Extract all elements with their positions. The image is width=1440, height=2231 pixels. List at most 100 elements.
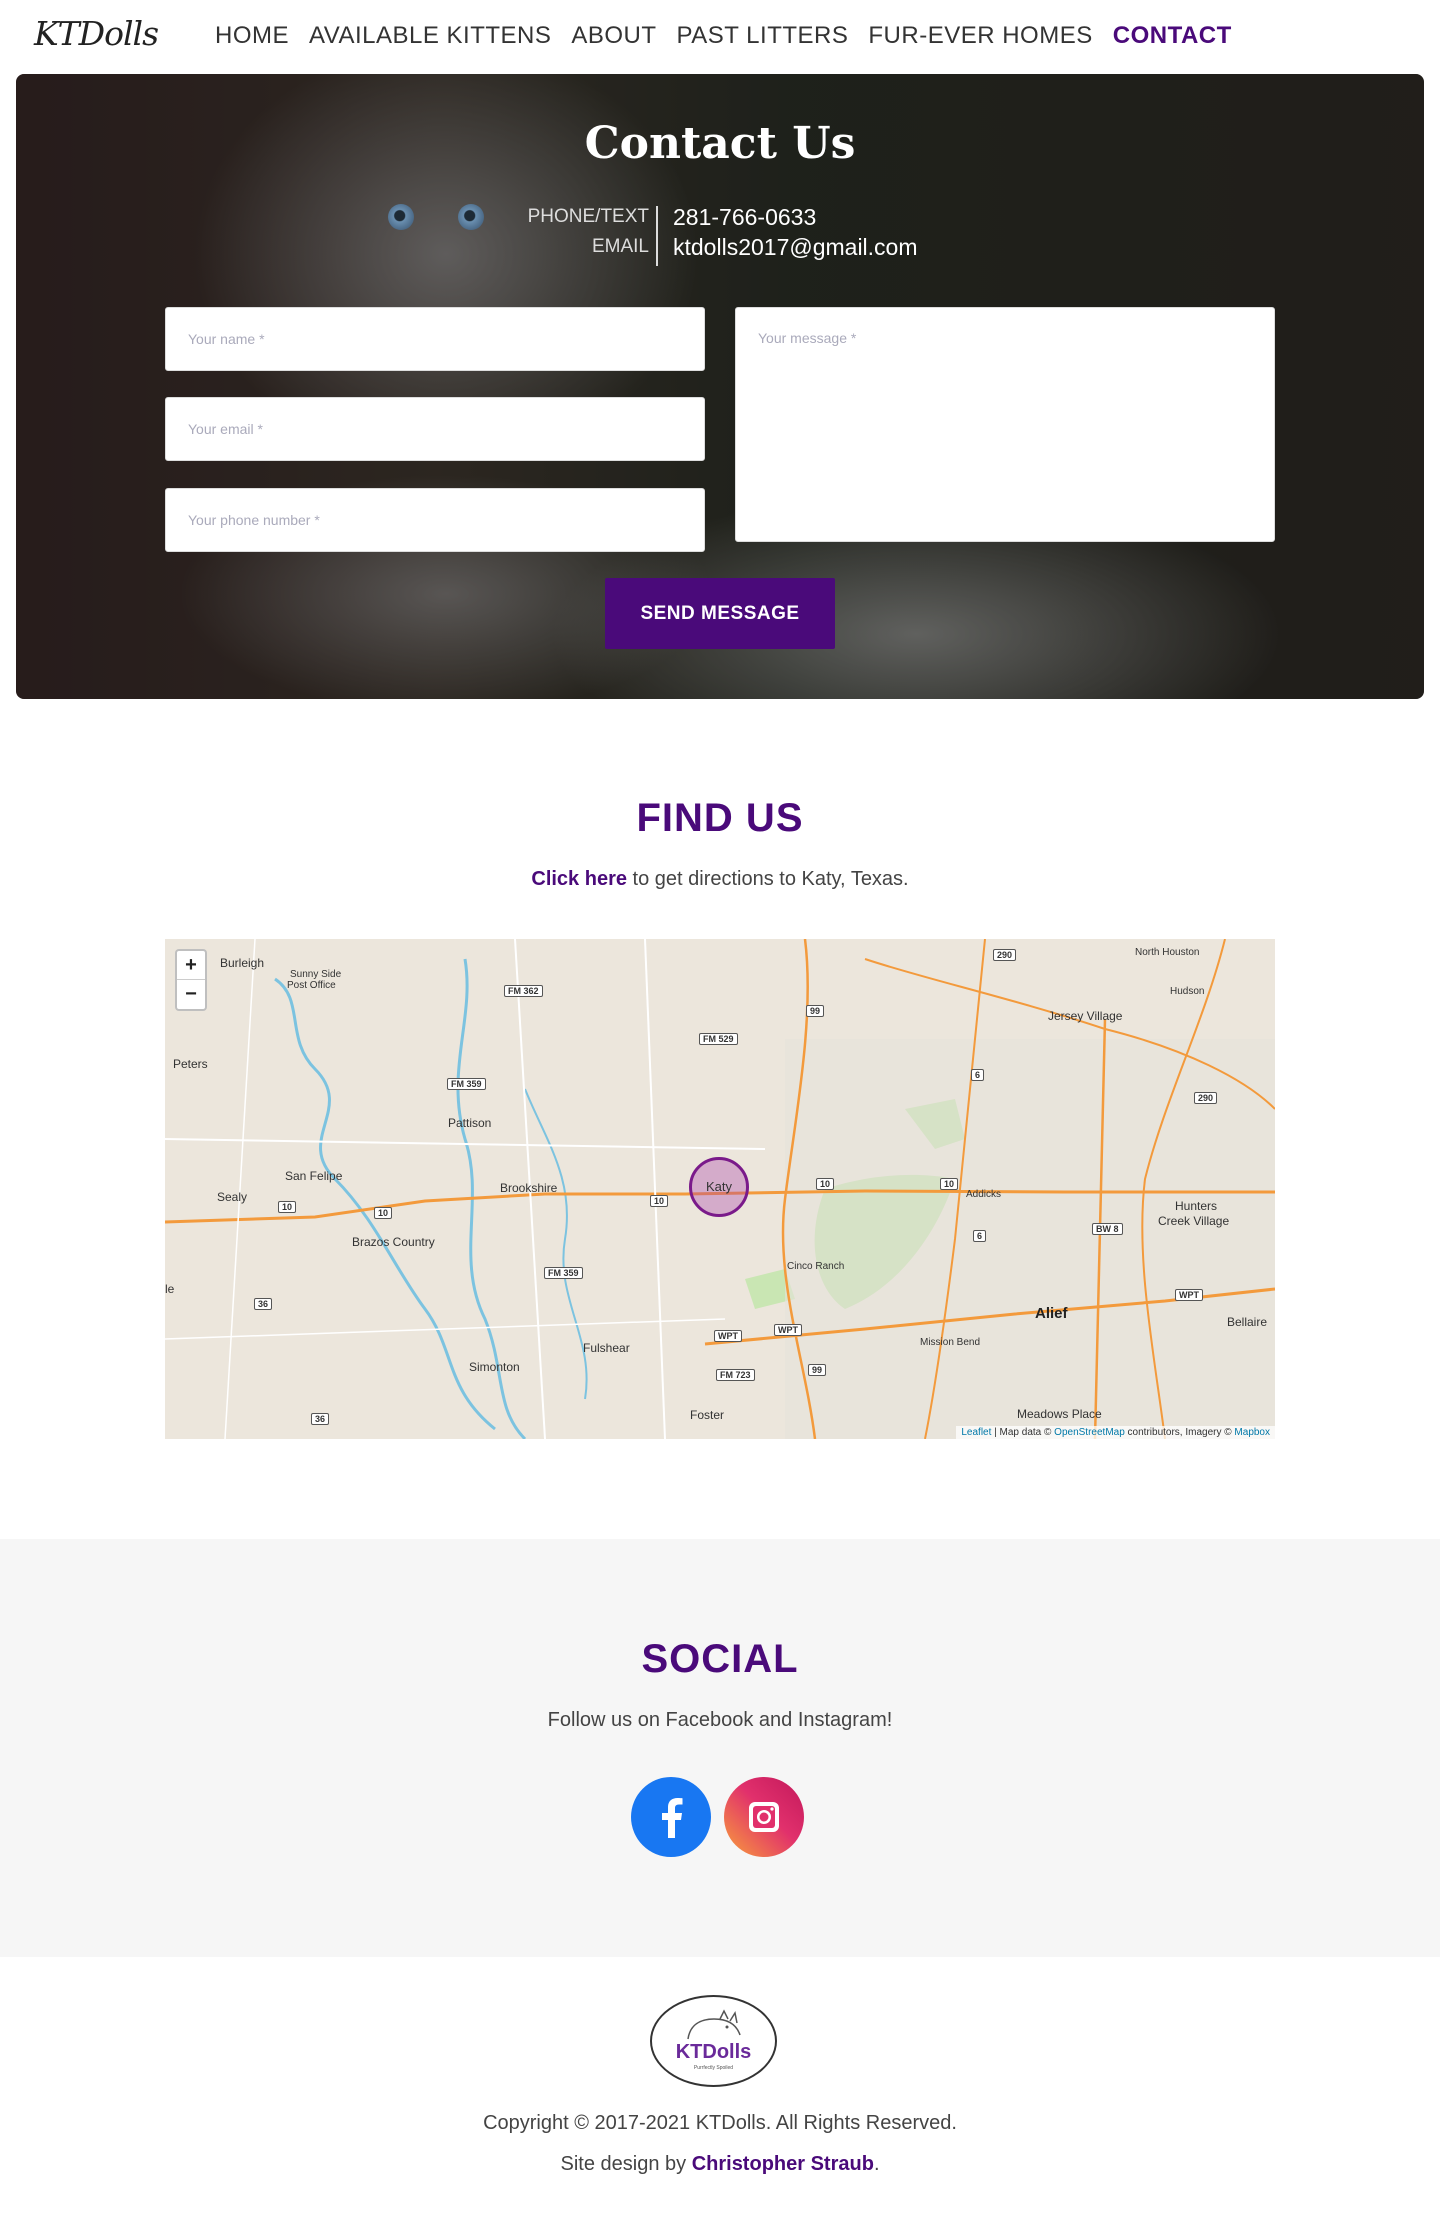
road-shield: 10 — [940, 1178, 959, 1190]
email-address[interactable]: ktdolls2017@gmail.com — [673, 232, 918, 262]
nav-contact[interactable]: CONTACT — [1113, 22, 1232, 50]
email-label: EMAIL — [591, 236, 649, 257]
phone-label: PHONE/TEXT — [527, 206, 649, 227]
road-shield: WPT — [774, 1324, 802, 1336]
zoom-control: + − — [175, 949, 207, 1011]
facebook-button[interactable] — [631, 1777, 711, 1857]
place-label: Foster — [690, 1408, 725, 1422]
location-map[interactable]: + − Burleigh Sunny Side Post Office Pete… — [165, 939, 1275, 1439]
directions-text: Click here to get directions to Katy, Te… — [0, 868, 1440, 891]
phone-number[interactable]: 281-766-0633 — [673, 202, 918, 232]
instagram-button[interactable] — [724, 1777, 804, 1857]
directions-link[interactable]: Click here — [531, 868, 627, 890]
contact-values: 281-766-0633 ktdolls2017@gmail.com — [673, 202, 918, 262]
road-shield: FM 359 — [544, 1267, 583, 1279]
social-title: SOCIAL — [641, 1637, 799, 1681]
place-label: Hunters — [1175, 1199, 1218, 1213]
road-shield: FM 359 — [447, 1078, 486, 1090]
place-label: Post Office — [287, 980, 336, 991]
email-input[interactable] — [166, 398, 704, 460]
page-title: Contact Us — [584, 118, 856, 169]
cat-logo-icon — [687, 2009, 741, 2040]
footer-logo-tagline: Purrfectly Spoiled — [693, 2065, 734, 2071]
nav-fur-ever-homes[interactable]: FUR-EVER HOMES — [868, 22, 1092, 50]
place-label: Bellaire — [1227, 1315, 1268, 1329]
road-shield: 6 — [973, 1230, 987, 1242]
katy-location-marker[interactable]: Katy — [689, 1157, 749, 1217]
road-shield: 290 — [993, 949, 1017, 961]
road-shield: 99 — [808, 1364, 827, 1376]
attribution-text: | Map data © — [991, 1427, 1055, 1438]
place-label: North Houston — [1135, 947, 1200, 958]
directions-text-rest: to get directions to Katy, Texas. — [626, 868, 909, 890]
zoom-out-button[interactable]: − — [177, 980, 205, 1009]
place-label: Fulshear — [583, 1341, 630, 1355]
social-text: Follow us on Facebook and Instagram! — [547, 1709, 893, 1731]
top-nav: KTDolls HOME AVAILABLE KITTENS ABOUT PAS… — [0, 0, 1440, 74]
cat-eye-left — [388, 204, 414, 230]
place-label: Meadows Place — [1017, 1407, 1102, 1421]
place-label: Sealy — [217, 1190, 248, 1204]
road-shield: 36 — [311, 1413, 330, 1425]
place-label: Sunny Side — [290, 969, 342, 980]
email-field[interactable] — [165, 397, 705, 461]
footer-logo[interactable]: KTDolls Purrfectly Spoiled — [650, 1995, 777, 2087]
facebook-icon — [662, 1798, 683, 1838]
zoom-in-button[interactable]: + — [177, 951, 205, 980]
road-shield: WPT — [714, 1330, 742, 1342]
find-us-title: FIND US — [636, 796, 804, 840]
place-label: le — [165, 1282, 175, 1296]
place-label: San Felipe — [285, 1169, 343, 1183]
road-shield: FM 529 — [699, 1033, 738, 1045]
place-label: Burleigh — [220, 956, 265, 970]
place-label: Hudson — [1170, 986, 1205, 997]
place-label: Pattison — [448, 1116, 492, 1130]
road-shield: FM 362 — [504, 985, 543, 997]
road-shield: 99 — [806, 1005, 825, 1017]
designer-link[interactable]: Christopher Straub — [692, 2153, 874, 2175]
social-section: SOCIAL Follow us on Facebook and Instagr… — [0, 1539, 1440, 1957]
contact-hero: Contact Us PHONE/TEXT EMAIL 281-766-0633… — [16, 74, 1424, 699]
road-shield: 10 — [278, 1201, 297, 1213]
nav-about[interactable]: ABOUT — [571, 22, 656, 50]
road-shield: 10 — [374, 1207, 393, 1219]
nav-home[interactable]: HOME — [215, 22, 289, 50]
road-shield: 10 — [650, 1195, 669, 1207]
place-label: Cinco Ranch — [787, 1261, 845, 1272]
copyright-text: Copyright © 2017-2021 KTDolls. All Right… — [483, 2112, 957, 2134]
name-field[interactable] — [165, 307, 705, 371]
place-label: Peters — [173, 1057, 208, 1071]
credit-suffix: . — [873, 2153, 880, 2175]
site-logo[interactable]: KTDolls — [34, 14, 159, 53]
phone-input[interactable] — [166, 489, 704, 551]
place-label: Brookshire — [500, 1181, 558, 1195]
instagram-icon — [749, 1802, 779, 1832]
footer-logo-text: KTDolls — [675, 2041, 752, 2063]
place-label: Brazos Country — [352, 1235, 435, 1249]
nav-available-kittens[interactable]: AVAILABLE KITTENS — [309, 22, 551, 50]
place-label: Jersey Village — [1048, 1009, 1123, 1023]
phone-field[interactable] — [165, 488, 705, 552]
place-label: Addicks — [966, 1189, 1002, 1200]
cat-eye-right — [458, 204, 484, 230]
message-field[interactable] — [735, 307, 1275, 542]
nav-past-litters[interactable]: PAST LITTERS — [677, 22, 849, 50]
credit-prefix: Site design by — [560, 2153, 692, 2175]
road-shield: 36 — [254, 1298, 273, 1310]
road-shield: BW 8 — [1092, 1223, 1123, 1235]
road-shield: WPT — [1175, 1289, 1203, 1301]
site-credit: Site design by Christopher Straub. — [0, 2153, 1440, 2176]
road-shield: 290 — [1194, 1092, 1218, 1104]
road-shield: 6 — [971, 1069, 985, 1081]
send-message-button[interactable]: SEND MESSAGE — [605, 578, 835, 649]
contact-divider — [656, 206, 658, 266]
osm-link[interactable]: OpenStreetMap — [1054, 1427, 1125, 1438]
name-input[interactable] — [166, 308, 704, 370]
message-textarea[interactable] — [736, 308, 1274, 541]
place-label: Creek Village — [1158, 1214, 1230, 1228]
map-attribution: Leaflet | Map data © OpenStreetMap contr… — [956, 1426, 1275, 1439]
mapbox-link[interactable]: Mapbox — [1234, 1427, 1270, 1438]
attribution-text: contributors, Imagery © — [1124, 1427, 1235, 1438]
leaflet-link[interactable]: Leaflet — [961, 1427, 991, 1438]
place-label: Simonton — [469, 1360, 520, 1374]
